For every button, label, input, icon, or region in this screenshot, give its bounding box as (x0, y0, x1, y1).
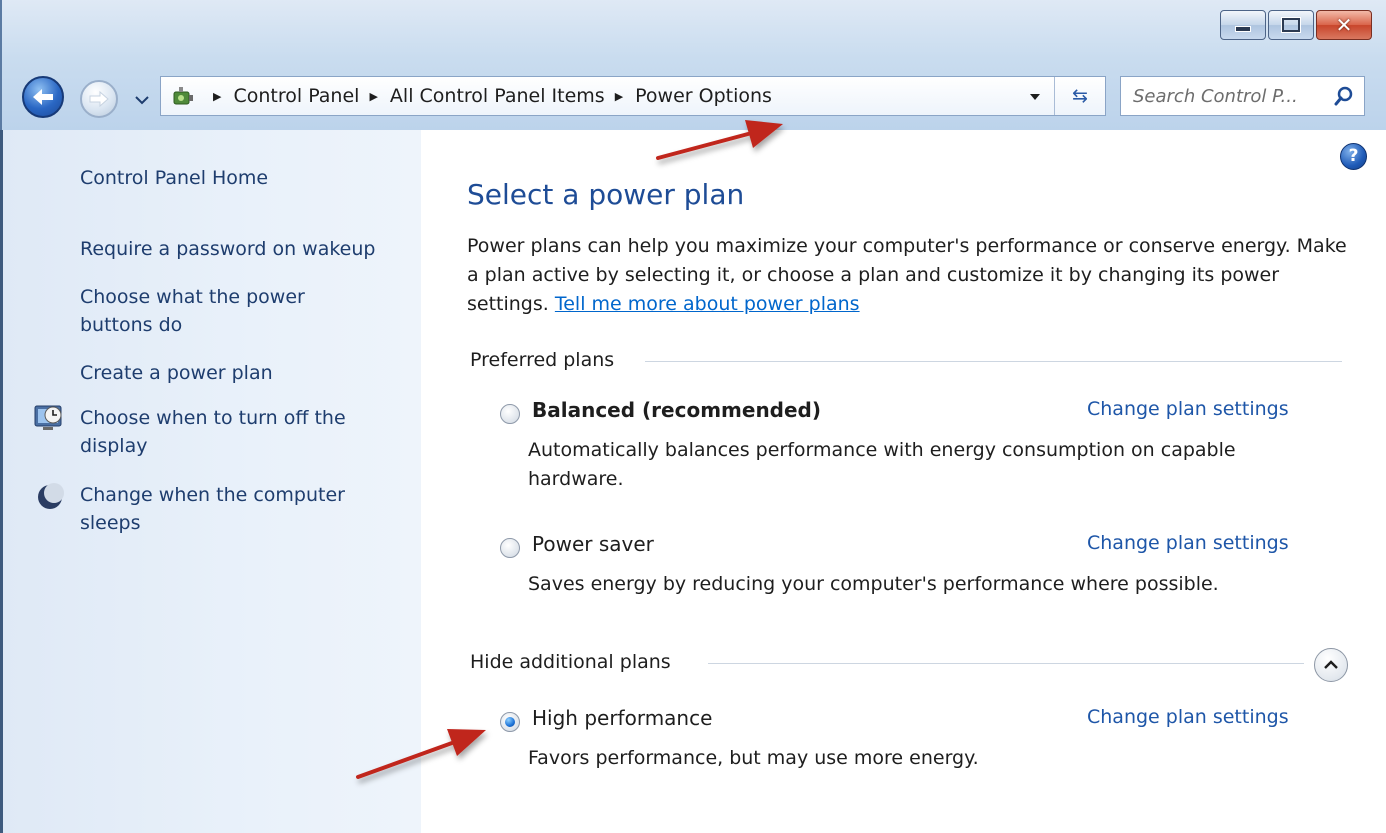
chevron-down-icon (135, 96, 149, 105)
caption-buttons: ✕ (1218, 10, 1372, 40)
breadcrumb-separator-icon[interactable]: ▶ (369, 90, 377, 103)
back-button[interactable] (22, 76, 64, 118)
recent-pages-dropdown[interactable] (135, 90, 149, 109)
breadcrumb-power-options[interactable]: Power Options (635, 85, 772, 107)
high-performance-change-settings-link[interactable]: Change plan settings (1087, 706, 1289, 728)
sidebar-item-turn-off-display[interactable]: Choose when to turn off the display (80, 404, 390, 460)
balanced-plan-description: Automatically balances performance with … (528, 439, 1236, 490)
balanced-change-settings-link[interactable]: Change plan settings (1087, 398, 1289, 420)
forward-arrow-icon (89, 90, 109, 108)
breadcrumb: ▶ Control Panel ▶ All Control Panel Item… (203, 85, 772, 107)
minimize-button[interactable] (1220, 10, 1266, 40)
close-icon: ✕ (1335, 13, 1353, 37)
sidebar-item-create-plan[interactable]: Create a power plan (80, 359, 380, 387)
display-timer-icon (34, 405, 62, 430)
section-divider (645, 361, 1342, 362)
balanced-plan-name[interactable]: Balanced (recommended) (532, 398, 821, 422)
help-icon[interactable]: ? (1340, 143, 1367, 170)
search-input[interactable]: Search Control P... (1120, 76, 1365, 116)
maximize-icon (1282, 18, 1300, 32)
power-saver-change-settings-link[interactable]: Change plan settings (1087, 532, 1289, 554)
power-plans-help-link[interactable]: Tell me more about power plans (555, 293, 860, 315)
preferred-plans-label: Preferred plans (470, 349, 615, 371)
power-saver-plan-name[interactable]: Power saver (532, 532, 654, 556)
control-panel-home-link[interactable]: Control Panel Home (80, 164, 268, 192)
power-options-icon (173, 87, 193, 105)
high-performance-plan-name[interactable]: High performance (532, 706, 712, 730)
search-icon[interactable] (1334, 86, 1354, 106)
minimize-icon (1235, 26, 1251, 32)
sidebar-item-computer-sleeps[interactable]: Change when the computer sleeps (80, 481, 390, 537)
refresh-icon: ⇆ (1072, 85, 1088, 107)
breadcrumb-separator-icon[interactable]: ▶ (213, 90, 221, 103)
forward-button[interactable] (80, 80, 118, 118)
refresh-button[interactable]: ⇆ (1054, 77, 1105, 115)
address-bar[interactable]: ▶ Control Panel ▶ All Control Panel Item… (160, 76, 1106, 116)
high-performance-radio[interactable] (500, 712, 520, 732)
power-saver-plan-description: Saves energy by reducing your computer's… (528, 573, 1219, 595)
intro-text: Power plans can help you maximize your c… (467, 232, 1347, 319)
sidebar-item-password-on-wakeup[interactable]: Require a password on wakeup (80, 235, 420, 263)
breadcrumb-control-panel[interactable]: Control Panel (233, 85, 359, 107)
hide-additional-plans-label[interactable]: Hide additional plans (470, 651, 671, 673)
high-performance-plan-description: Favors performance, but may use more ene… (528, 747, 979, 769)
back-arrow-icon (33, 89, 53, 105)
dropdown-arrow-icon (1030, 94, 1040, 100)
sidebar-item-power-buttons[interactable]: Choose what the power buttons do (80, 283, 350, 339)
close-button[interactable]: ✕ (1316, 10, 1372, 40)
breadcrumb-separator-icon[interactable]: ▶ (615, 90, 623, 103)
sleep-moon-icon (38, 483, 64, 509)
chevron-up-icon (1324, 660, 1338, 669)
balanced-radio[interactable] (500, 404, 520, 424)
page-title: Select a power plan (467, 178, 745, 211)
search-placeholder: Search Control P... (1133, 86, 1298, 107)
section-divider (708, 663, 1304, 664)
breadcrumb-all-items[interactable]: All Control Panel Items (390, 85, 605, 107)
address-dropdown[interactable] (1027, 87, 1043, 105)
power-saver-radio[interactable] (500, 538, 520, 558)
maximize-button[interactable] (1268, 10, 1314, 40)
collapse-plans-button[interactable] (1314, 648, 1348, 682)
